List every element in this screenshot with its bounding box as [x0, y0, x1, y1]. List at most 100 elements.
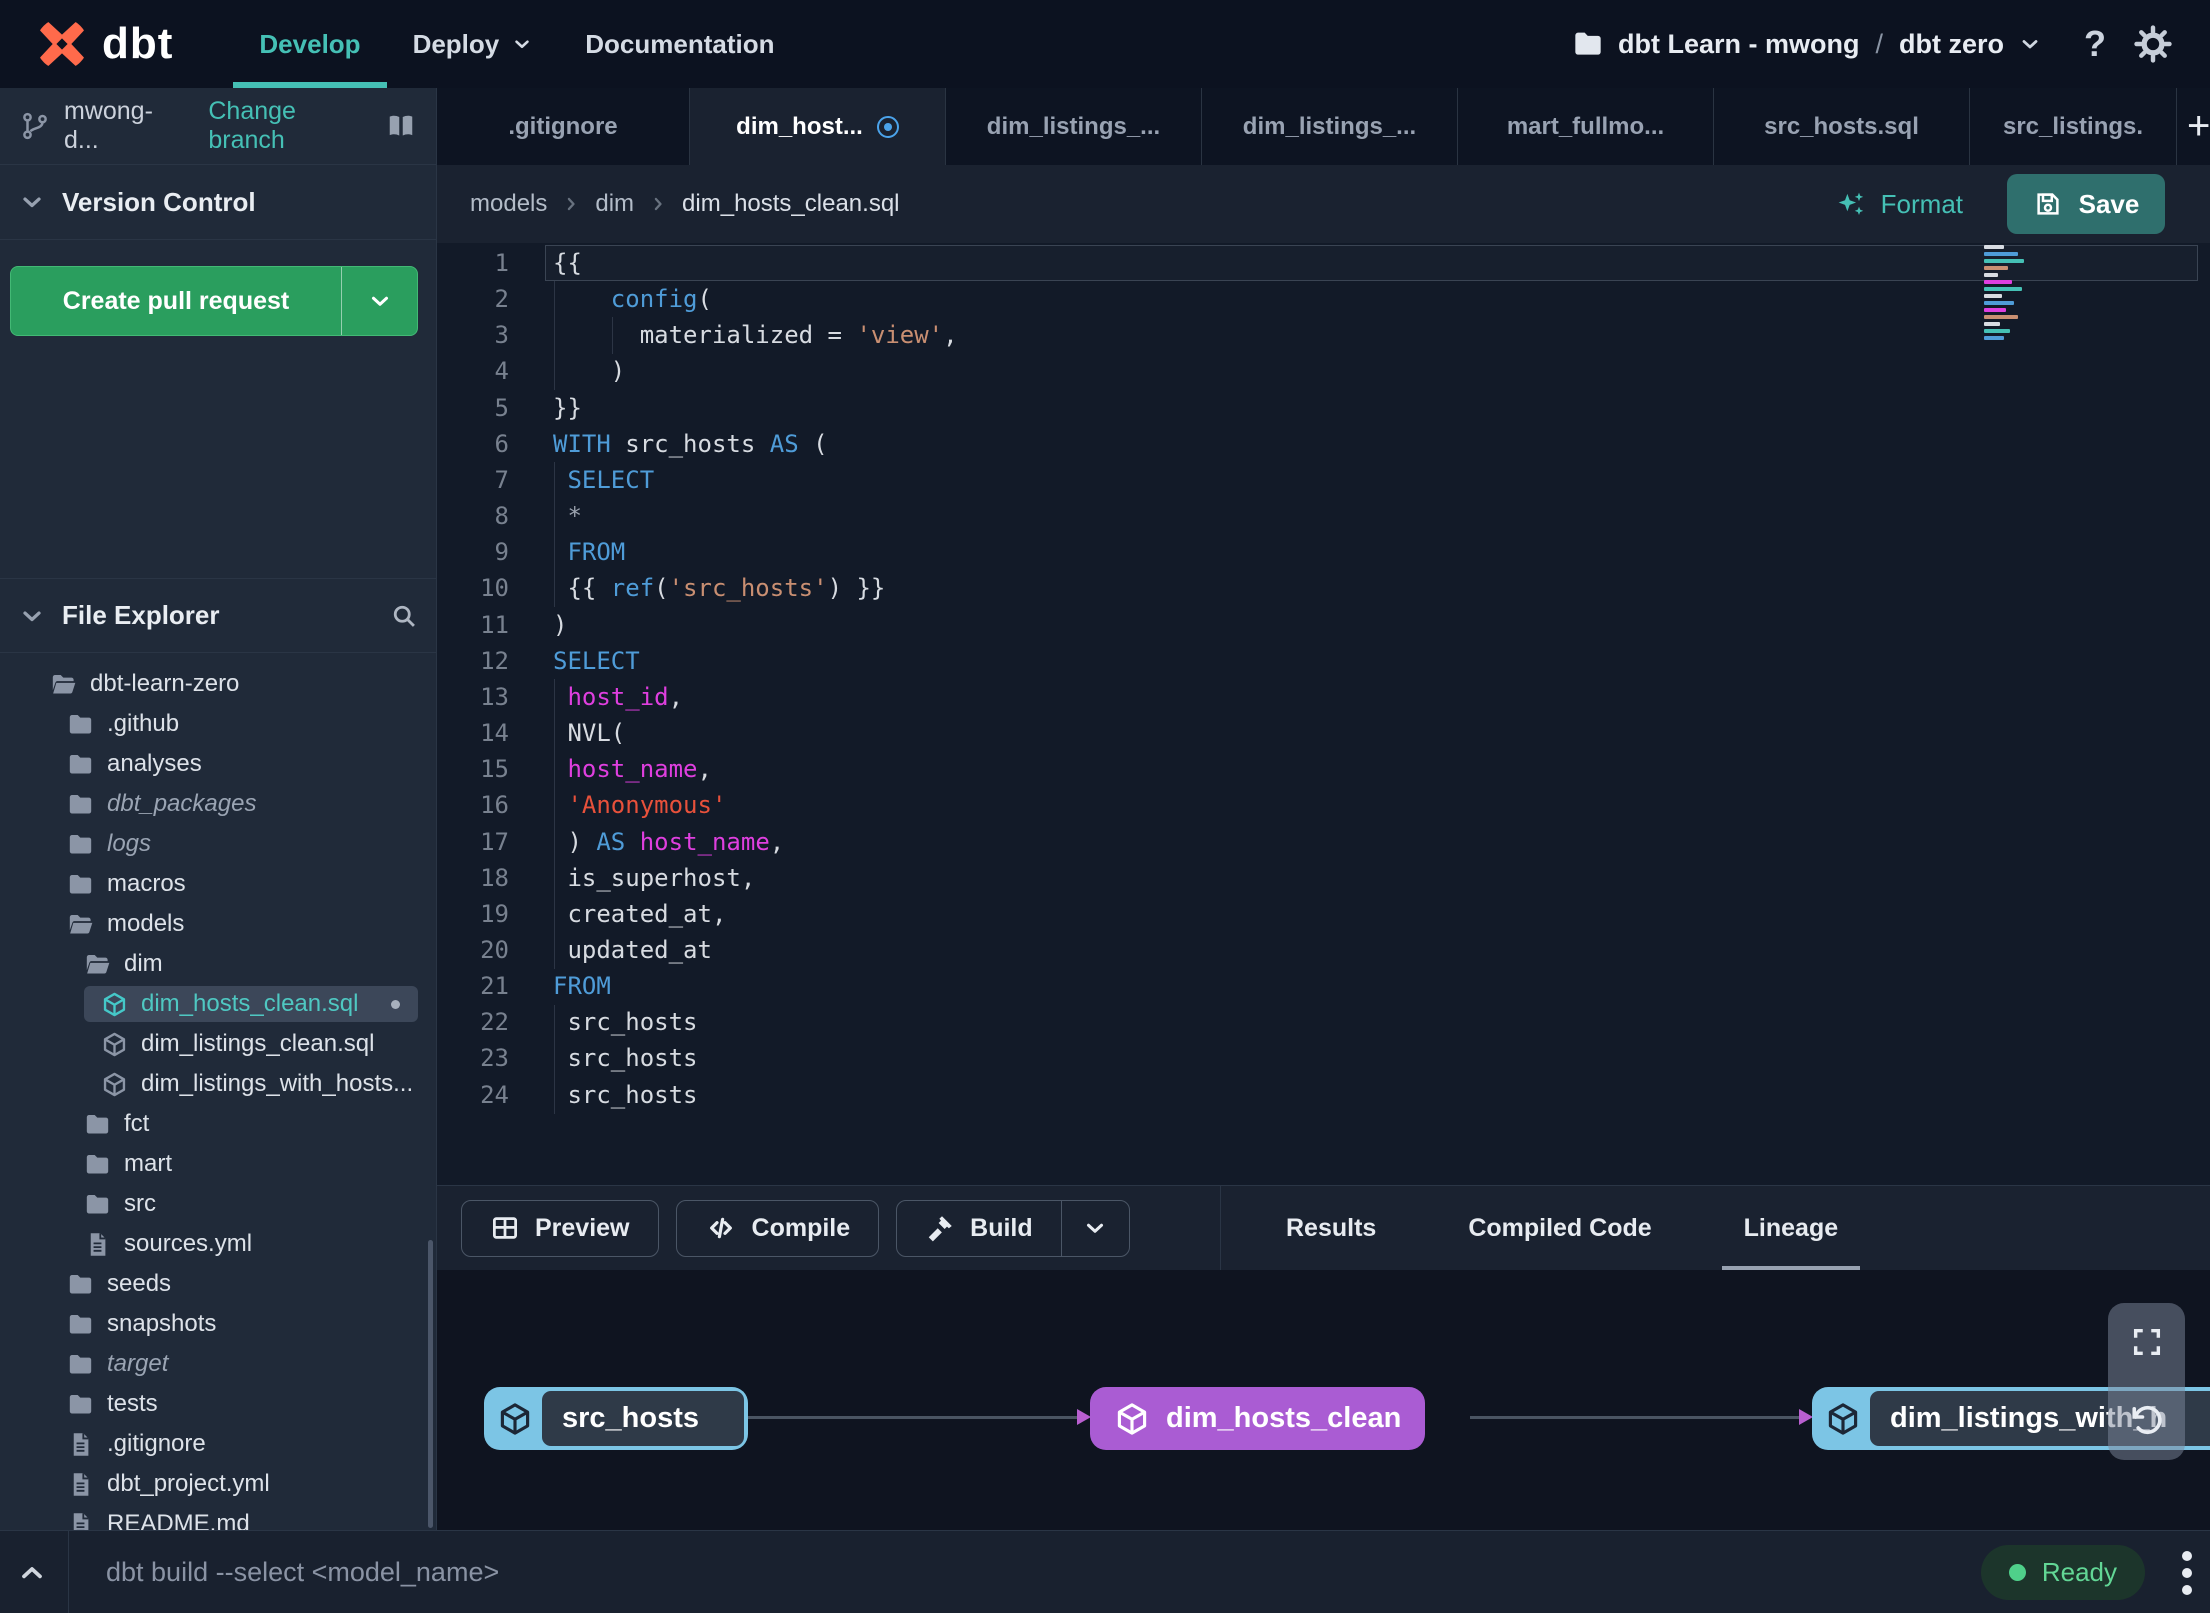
build-dropdown-caret[interactable] — [1060, 1200, 1129, 1256]
tree-item-mart[interactable]: mart — [0, 1144, 436, 1184]
code-line: SELECT — [553, 646, 640, 675]
tree-item-dbt-learn-zero[interactable]: dbt-learn-zero — [0, 664, 436, 704]
tab-dim-listings-[interactable]: dim_listings_... — [1202, 88, 1458, 165]
breadcrumb-dim[interactable]: dim — [595, 190, 634, 218]
code-line: FROM — [553, 972, 611, 1001]
sidebar-scrollbar[interactable] — [428, 1240, 433, 1528]
code-line: config( — [610, 285, 712, 314]
panel-tab-results[interactable]: Results — [1240, 1186, 1422, 1270]
tab-src-hosts-sql[interactable]: src_hosts.sql — [1714, 88, 1970, 165]
code-line: ) — [553, 610, 568, 639]
change-branch-link[interactable]: Change branch — [208, 97, 372, 155]
lineage-node-dim-hosts-clean[interactable]: dim_hosts_clean — [1090, 1387, 1426, 1450]
folder-icon — [67, 871, 94, 898]
refresh-icon[interactable] — [2129, 1402, 2165, 1438]
fullscreen-icon[interactable] — [2130, 1325, 2164, 1359]
tree-item-fct[interactable]: fct — [0, 1104, 436, 1144]
tree-item-label: logs — [107, 830, 152, 857]
tree-item-target[interactable]: target — [0, 1344, 436, 1384]
create-pull-request-button[interactable]: Create pull request — [10, 266, 418, 336]
tree-item-readme-md[interactable]: README.md — [0, 1504, 436, 1530]
editor-tabbar: .gitignore dim_host... dim_listings_... dim… — [437, 88, 2210, 165]
build-button[interactable]: Build — [897, 1201, 1061, 1256]
tab-dim-listings-[interactable]: dim_listings_... — [946, 88, 1202, 165]
tree-item--github[interactable]: .github — [0, 704, 436, 744]
line-number: 21 — [480, 972, 509, 1001]
tree-item-label: src — [124, 1190, 156, 1217]
tab--gitignore[interactable]: .gitignore — [437, 88, 690, 165]
dbt-logo[interactable]: dbt — [34, 16, 173, 72]
tree-item-dbt-project-yml[interactable]: dbt_project.yml — [0, 1464, 436, 1504]
folder-icon — [67, 831, 94, 858]
line-number: 16 — [480, 791, 509, 820]
tab-dim-host-[interactable]: dim_host... — [690, 88, 946, 165]
breadcrumb-models[interactable]: models — [470, 190, 547, 218]
save-button[interactable]: Save — [2007, 174, 2165, 234]
project-selector[interactable]: dbt Learn - mwong / dbt zero — [1572, 28, 2042, 60]
tree-item-dbt-packages[interactable]: dbt_packages — [0, 784, 436, 824]
tree-item-src[interactable]: src — [0, 1184, 436, 1224]
minimap[interactable] — [1984, 245, 2032, 355]
tree-item-analyses[interactable]: analyses — [0, 744, 436, 784]
tree-item-dim-listings-with-hosts-[interactable]: dim_listings_with_hosts... — [0, 1064, 436, 1104]
tree-item-seeds[interactable]: seeds — [0, 1264, 436, 1304]
nav-develop[interactable]: Develop — [233, 0, 387, 88]
format-button[interactable]: Format — [1835, 188, 1963, 220]
new-tab-button[interactable]: + — [2177, 88, 2210, 165]
code-line: * — [567, 502, 582, 531]
tree-item-label: dim — [124, 950, 163, 977]
create-pull-request-label[interactable]: Create pull request — [11, 267, 341, 335]
tree-item-label: README.md — [107, 1510, 250, 1530]
lineage-panel[interactable]: src_hosts dim_hosts_clean dim_listings_w… — [437, 1270, 2210, 1530]
tree-item-models[interactable]: models — [0, 904, 436, 944]
panel-tab-lineage[interactable]: Lineage — [1698, 1186, 1884, 1270]
tree-item-label: dim_listings_with_hosts... — [141, 1070, 414, 1097]
pr-dropdown-caret[interactable] — [341, 267, 417, 335]
preview-button[interactable]: Preview — [461, 1199, 659, 1257]
code-line: is_superhost, — [553, 863, 756, 892]
gear-icon[interactable] — [2134, 25, 2172, 63]
build-button-group[interactable]: Build — [896, 1199, 1130, 1257]
chevron-down-icon — [18, 188, 46, 216]
nav-deploy[interactable]: Deploy — [387, 0, 560, 88]
kebab-menu[interactable] — [2182, 1551, 2192, 1595]
file-explorer-header[interactable]: File Explorer — [0, 578, 436, 653]
tree-item-sources-yml[interactable]: sources.yml — [0, 1224, 436, 1264]
command-input[interactable]: dbt build --select <model_name> — [106, 1531, 499, 1613]
tree-item-logs[interactable]: logs — [0, 824, 436, 864]
nav-documentation[interactable]: Documentation — [559, 0, 800, 88]
folder-icon — [84, 1151, 111, 1178]
tree-item-tests[interactable]: tests — [0, 1384, 436, 1424]
line-number: 24 — [480, 1080, 509, 1109]
code-editor[interactable]: 1 2 3 4 5 6 7 8 9 10 11 12 13 14 15 16 17 18 19 20 21 22 23 24 … — [437, 243, 2210, 1185]
file-search-icon[interactable] — [390, 602, 418, 630]
tree-item-label: dim_hosts_clean.sql — [141, 990, 359, 1017]
editor-tabs: .gitignore dim_host... dim_listings_... dim… — [437, 88, 2177, 165]
tree-item-dim[interactable]: dim — [0, 944, 436, 984]
tree-item-snapshots[interactable]: snapshots — [0, 1304, 436, 1344]
tab-mart-fullmo-[interactable]: mart_fullmo... — [1458, 88, 1714, 165]
compile-button[interactable]: Compile — [675, 1199, 880, 1257]
lineage-edge — [1470, 1409, 1813, 1425]
chevron-up-icon[interactable] — [16, 1557, 48, 1589]
version-control-header[interactable]: Version Control — [0, 165, 436, 240]
tree-item-label: models — [107, 910, 185, 937]
tree-item-dim-hosts-clean-sql[interactable]: dim_hosts_clean.sql — [0, 984, 436, 1024]
tab-src-listings-[interactable]: src_listings. — [1970, 88, 2177, 165]
chevron-down-icon — [2018, 32, 2042, 56]
panel-tab-compiled-code[interactable]: Compiled Code — [1422, 1186, 1697, 1270]
docs-book-icon[interactable] — [386, 111, 416, 141]
line-number: 4 — [494, 357, 509, 386]
line-number: 23 — [480, 1044, 509, 1073]
tree-item--gitignore[interactable]: .gitignore — [0, 1424, 436, 1464]
tree-item-macros[interactable]: macros — [0, 864, 436, 904]
tree-item-dim-listings-clean-sql[interactable]: dim_listings_clean.sql — [0, 1024, 436, 1064]
ready-label: Ready — [2041, 1557, 2117, 1587]
line-number: 14 — [480, 719, 509, 748]
lineage-node-src-hosts[interactable]: src_hosts — [484, 1387, 748, 1450]
breadcrumb-file[interactable]: dim_hosts_clean.sql — [682, 190, 899, 218]
tab-label: src_hosts.sql — [1764, 112, 1919, 140]
help-icon[interactable]: ? — [2084, 23, 2106, 65]
chevron-down-icon — [18, 602, 46, 630]
code-pane[interactable]: {{ config( materialized = 'view', )}} WIT… — [553, 245, 2210, 1113]
